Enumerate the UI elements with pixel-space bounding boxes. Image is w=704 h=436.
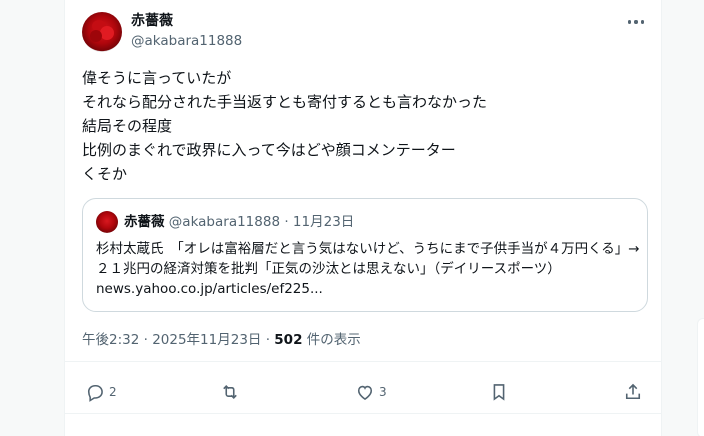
quote-text: 杉村太蔵氏 「オレは富裕層だと言う気はないけど、うちにまで子供手当が４万円くる」… xyxy=(96,241,640,297)
action-bar: 2 3 xyxy=(65,378,663,406)
quote-header: 赤薔薇 @akabara11888 · 11月23日 xyxy=(124,212,354,232)
quote-date: · 11月23日 xyxy=(280,214,355,230)
repost-button[interactable] xyxy=(220,378,240,406)
quote-display-name: 赤薔薇 xyxy=(124,214,165,230)
views-label: 件の表示 xyxy=(302,332,361,348)
quote-handle: @akabara11888 xyxy=(168,214,281,230)
reply-count: 2 xyxy=(109,385,117,399)
share-button[interactable] xyxy=(623,378,643,406)
author-info: 赤薔薇 @akabara11888 xyxy=(131,12,242,50)
reply-icon xyxy=(87,384,103,402)
post-card: 赤薔薇 @akabara11888 偉そうに言っていたが それなら配分された手当… xyxy=(64,0,662,436)
display-name[interactable]: 赤薔薇 xyxy=(131,12,242,30)
quoted-post[interactable]: 赤薔薇 @akabara11888 · 11月23日 杉村太蔵氏 「オレは富裕層… xyxy=(82,198,648,312)
divider xyxy=(65,361,661,362)
like-icon xyxy=(357,385,373,401)
repost-icon xyxy=(223,385,237,399)
more-icon[interactable] xyxy=(625,12,647,32)
bookmark-button[interactable] xyxy=(489,378,509,406)
post-meta: 午後2:32 · 2025年11月23日 · 502 件の表示 xyxy=(82,330,361,350)
post-time[interactable]: 午後2:32 · 2025年11月23日 · xyxy=(82,332,274,348)
handle[interactable]: @akabara11888 xyxy=(131,32,242,50)
quote-avatar xyxy=(96,211,118,233)
side-panel-edge xyxy=(697,318,704,436)
avatar[interactable] xyxy=(82,12,122,52)
like-count: 3 xyxy=(379,385,387,399)
share-icon xyxy=(625,383,641,400)
post-text: 偉そうに言っていたが それなら配分された手当返すとも寄付するとも言わなかった 結… xyxy=(82,69,488,183)
reply-button[interactable]: 2 xyxy=(85,378,117,406)
bookmark-icon xyxy=(493,384,505,401)
divider xyxy=(65,413,661,414)
view-count: 502 xyxy=(274,332,303,348)
like-button[interactable]: 3 xyxy=(355,378,387,406)
